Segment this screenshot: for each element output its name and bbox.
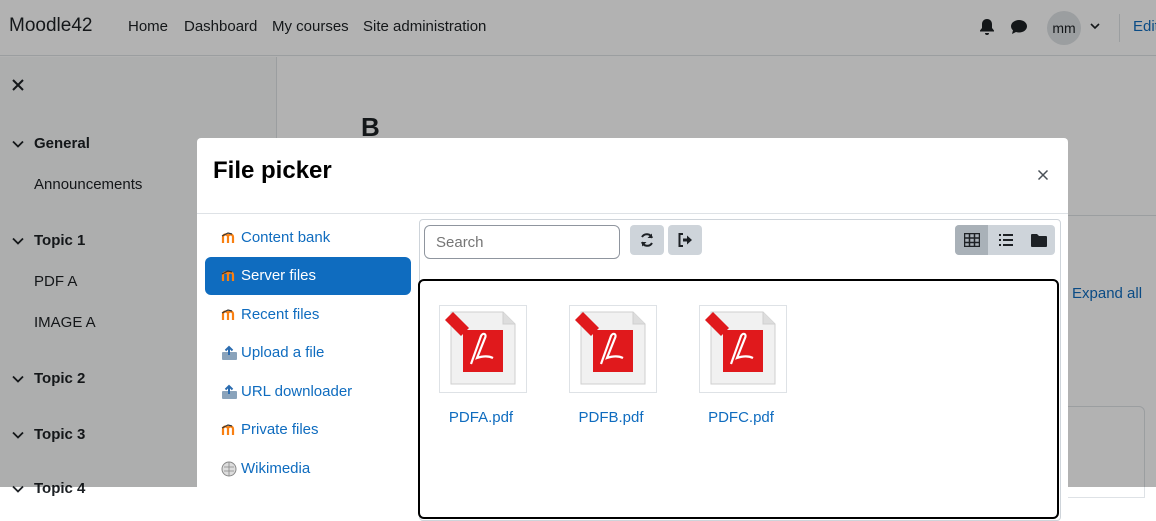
refresh-icon	[641, 233, 653, 247]
repo-recent-files[interactable]: Recent files	[205, 296, 411, 334]
refresh-button[interactable]	[630, 225, 664, 255]
grid-icon	[964, 233, 980, 247]
repo-label: Server files	[241, 267, 317, 284]
pdf-icon	[705, 311, 776, 385]
repo-upload-file[interactable]: Upload a file	[205, 334, 411, 372]
upload-icon	[222, 345, 237, 360]
repo-url-downloader[interactable]: URL downloader	[205, 373, 411, 411]
repo-label: URL downloader	[241, 383, 353, 400]
moodle-icon	[221, 309, 235, 320]
list-icon	[999, 234, 1013, 246]
search-input[interactable]	[424, 225, 620, 259]
file-name[interactable]: PDFA.pdf	[419, 409, 543, 426]
repo-server-files[interactable]: Server files	[205, 257, 411, 295]
view-icons-button[interactable]	[955, 225, 988, 255]
repo-label: Wikimedia	[241, 460, 311, 477]
view-tree-button[interactable]	[1022, 225, 1055, 255]
view-list-button[interactable]	[989, 225, 1022, 255]
pdf-icon	[445, 311, 516, 385]
logout-button[interactable]	[668, 225, 702, 255]
upload-icon	[222, 384, 237, 399]
repo-label: Recent files	[241, 306, 320, 323]
view-mode-group	[955, 225, 1055, 255]
moodle-icon	[221, 424, 235, 435]
moodle-icon	[221, 232, 235, 243]
file-listing-area: PDFA.pdf PDFB.pdf PDFC.pdf	[418, 279, 1059, 519]
file-thumbnail[interactable]	[439, 305, 527, 393]
modal-header-divider	[197, 213, 1068, 214]
pdf-icon	[575, 311, 646, 385]
repo-label: Upload a file	[241, 344, 325, 361]
repo-wikimedia[interactable]: Wikimedia	[205, 450, 411, 488]
repo-private-files[interactable]: Private files	[205, 411, 411, 449]
repo-label: Private files	[241, 421, 319, 438]
wikimedia-icon	[221, 461, 237, 477]
close-icon[interactable]	[1037, 169, 1049, 181]
file-thumbnail[interactable]	[569, 305, 657, 393]
modal-title: File picker	[213, 157, 332, 184]
logout-icon	[678, 233, 692, 247]
moodle-icon	[221, 270, 235, 281]
repo-content-bank[interactable]: Content bank	[205, 219, 411, 257]
file-name[interactable]: PDFB.pdf	[549, 409, 673, 426]
file-thumbnail[interactable]	[699, 305, 787, 393]
folder-icon	[1031, 234, 1047, 247]
file-picker-dialog: File picker Content bank Server files Re…	[197, 138, 1068, 521]
file-name[interactable]: PDFC.pdf	[679, 409, 803, 426]
repo-label: Content bank	[241, 229, 331, 246]
